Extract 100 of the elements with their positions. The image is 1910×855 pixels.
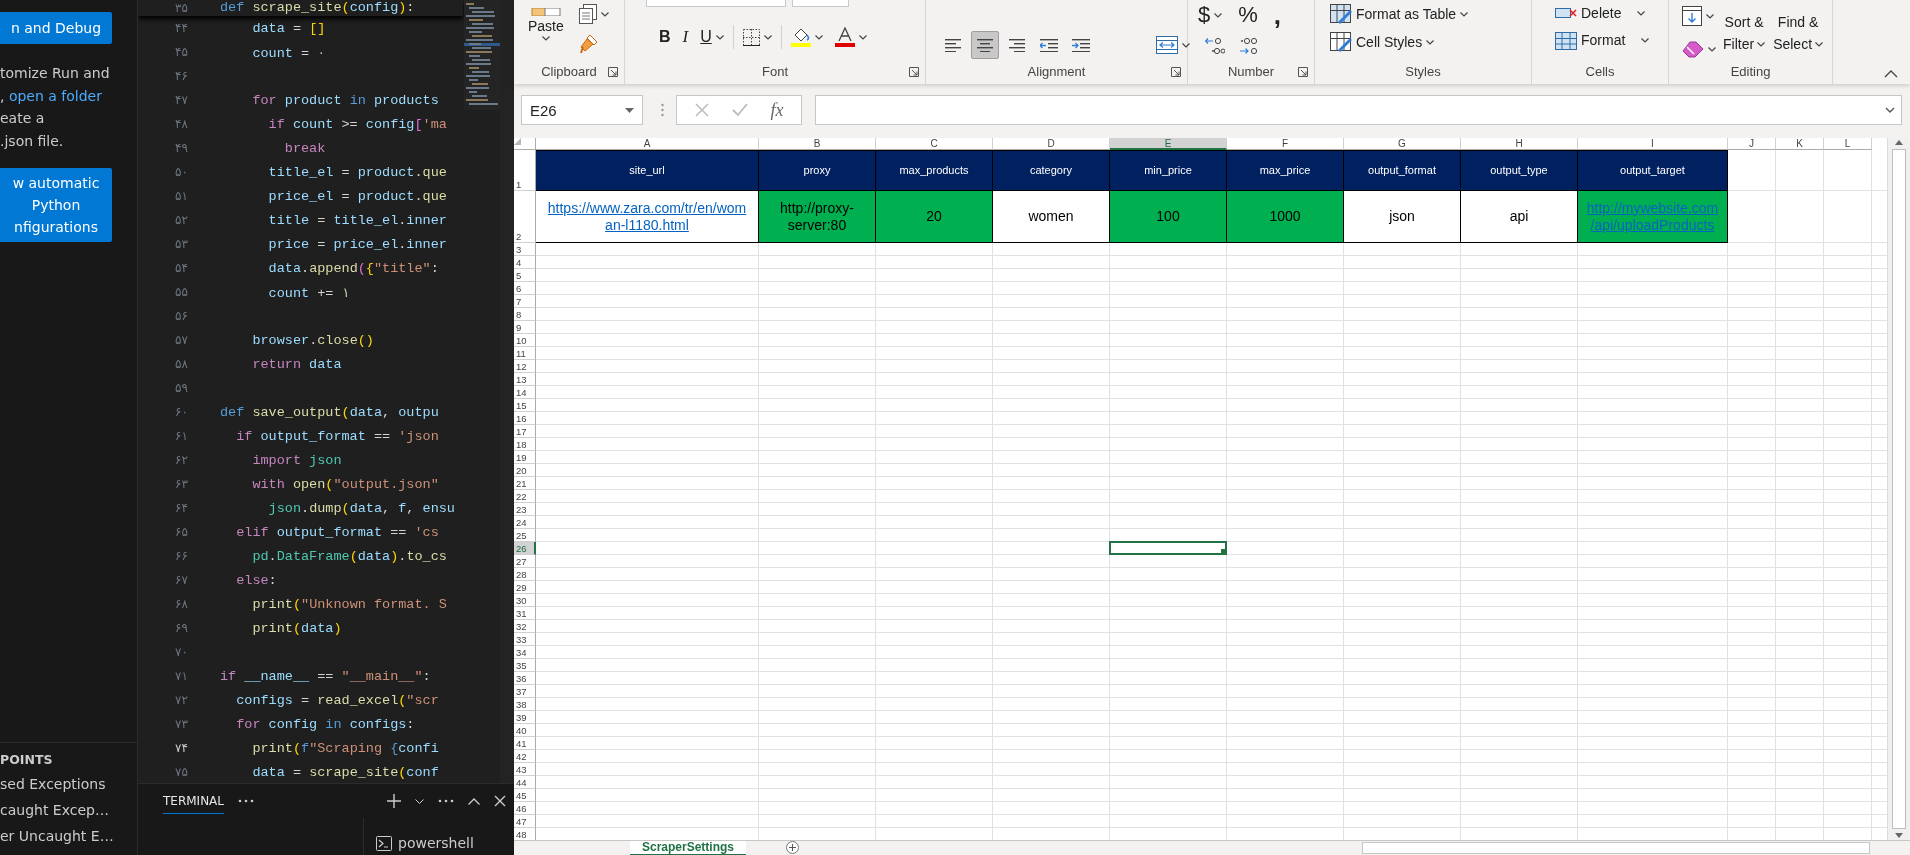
row-header[interactable]: 27 <box>514 555 536 568</box>
row-header[interactable]: 8 <box>514 308 536 321</box>
column-header[interactable]: G <box>1344 138 1461 150</box>
row-header[interactable]: 21 <box>514 477 536 490</box>
breakpoint-item[interactable]: caught Excep… <box>0 797 137 823</box>
panel-tab[interactable]: TERMINAL <box>163 788 224 814</box>
row-header[interactable]: 44 <box>514 776 536 789</box>
insert-function-button[interactable]: fx <box>770 99 784 121</box>
column-header[interactable]: E <box>1110 138 1227 150</box>
row-header[interactable]: 42 <box>514 750 536 763</box>
more-icon[interactable] <box>238 799 254 803</box>
row-header[interactable]: 45 <box>514 789 536 802</box>
editing-menu-button[interactable]: Find & Select <box>1769 11 1828 64</box>
dialog-launcher-icon[interactable] <box>1298 67 1308 77</box>
column-header[interactable]: K <box>1776 138 1824 150</box>
add-sheet-icon[interactable] <box>786 841 800 854</box>
row-header[interactable]: 43 <box>514 763 536 776</box>
cell-styles-button[interactable]: Cell Styles <box>1327 30 1472 54</box>
row-header[interactable]: 23 <box>514 503 536 516</box>
close-icon[interactable] <box>494 795 506 807</box>
paste-button[interactable]: Paste <box>528 8 564 64</box>
row-header[interactable]: 31 <box>514 607 536 620</box>
name-box[interactable]: E26 <box>521 95 643 125</box>
formula-field[interactable] <box>815 95 1902 125</box>
row-header[interactable]: 11 <box>514 347 536 360</box>
row-header[interactable]: 18 <box>514 438 536 451</box>
row-header[interactable]: 13 <box>514 373 536 386</box>
debug-button[interactable]: n and Debug <box>0 12 112 44</box>
row-header[interactable]: 32 <box>514 620 536 633</box>
scroll-up-icon[interactable] <box>1895 140 1903 145</box>
folder-link[interactable]: open a folder <box>8 87 102 104</box>
more-icon[interactable] <box>438 799 454 803</box>
row-header[interactable]: 9 <box>514 321 536 334</box>
dialog-launcher-icon[interactable] <box>909 67 919 77</box>
currency-button[interactable]: $ <box>1196 2 1225 28</box>
terminal-item[interactable]: powershell <box>364 835 474 851</box>
dialog-launcher-icon[interactable] <box>1171 67 1181 77</box>
editing-menu-button[interactable]: Sort & Filter <box>1719 11 1770 64</box>
column-header[interactable]: I <box>1578 138 1728 150</box>
column-header[interactable]: B <box>759 138 876 150</box>
breakpoint-item[interactable]: er Uncaught E… <box>0 823 137 849</box>
percent-button[interactable]: % <box>1236 2 1260 28</box>
cell-cursor[interactable] <box>1110 542 1226 554</box>
merge-button[interactable] <box>1153 34 1193 56</box>
delete-button[interactable]: Delete <box>1552 2 1653 24</box>
row-header[interactable]: 30 <box>514 594 536 607</box>
font-name-field[interactable] <box>646 0 786 7</box>
breakpoint-item[interactable]: sed Exceptions <box>0 771 137 797</box>
row-header[interactable]: 47 <box>514 815 536 828</box>
row-header[interactable]: 25 <box>514 529 536 542</box>
column-header[interactable]: J <box>1728 138 1776 150</box>
row-header[interactable]: 24 <box>514 516 536 529</box>
row-header[interactable]: 36 <box>514 672 536 685</box>
row-header[interactable]: 33 <box>514 633 536 646</box>
row-header[interactable]: 19 <box>514 451 536 464</box>
collapse-ribbon-icon[interactable] <box>1884 70 1898 78</box>
chevron-up-icon[interactable] <box>468 797 480 805</box>
row-header[interactable]: 16 <box>514 412 536 425</box>
row-header[interactable]: 40 <box>514 724 536 737</box>
row-header[interactable]: 38 <box>514 698 536 711</box>
chevron-down-icon[interactable] <box>415 798 424 804</box>
column-header[interactable]: C <box>876 138 993 150</box>
row-header[interactable]: 10 <box>514 334 536 347</box>
increase-decimal-button[interactable] <box>1202 35 1228 57</box>
scrollbar-track[interactable] <box>500 0 514 783</box>
row-header[interactable]: 15 <box>514 399 536 412</box>
row-header[interactable]: 2 <box>514 191 536 243</box>
row-header[interactable]: 4 <box>514 256 536 269</box>
row-header[interactable]: 28 <box>514 568 536 581</box>
underline-button[interactable]: U <box>697 26 727 48</box>
font-size-field[interactable] <box>792 0 849 7</box>
row-header[interactable]: 22 <box>514 490 536 503</box>
sheet-tab[interactable]: ScraperSettings <box>630 841 747 855</box>
row-header[interactable]: 7 <box>514 295 536 308</box>
row-header[interactable]: 34 <box>514 646 536 659</box>
row-header[interactable]: 14 <box>514 386 536 399</box>
format-button[interactable]: Format <box>1552 28 1653 52</box>
format-as-table-button[interactable]: Format as Table <box>1327 2 1472 26</box>
debug-button[interactable]: w automatic Python nfigurations <box>0 168 112 242</box>
row-header[interactable]: 35 <box>514 659 536 672</box>
row-header[interactable]: 41 <box>514 737 536 750</box>
plus-icon[interactable] <box>387 794 401 808</box>
row-header[interactable]: 3 <box>514 243 536 256</box>
horizontal-scrollbar[interactable] <box>1362 842 1870 854</box>
expand-icon[interactable] <box>1885 107 1895 113</box>
drag-handle-icon[interactable] <box>661 103 664 117</box>
row-header[interactable]: 29 <box>514 581 536 594</box>
column-header[interactable]: H <box>1461 138 1578 150</box>
italic-button[interactable]: I <box>679 25 692 49</box>
column-header[interactable]: D <box>993 138 1110 150</box>
scroll-down-icon[interactable] <box>1895 833 1903 838</box>
column-header[interactable]: A <box>536 138 759 150</box>
row-header[interactable]: 46 <box>514 802 536 815</box>
row-header[interactable]: 1 <box>514 150 536 191</box>
align-center-button[interactable] <box>971 31 999 59</box>
scroll-thumb[interactable] <box>1892 149 1906 829</box>
bold-button[interactable]: B <box>656 26 674 48</box>
row-header[interactable]: 5 <box>514 269 536 282</box>
row-header[interactable]: 37 <box>514 685 536 698</box>
row-header[interactable]: 12 <box>514 360 536 373</box>
